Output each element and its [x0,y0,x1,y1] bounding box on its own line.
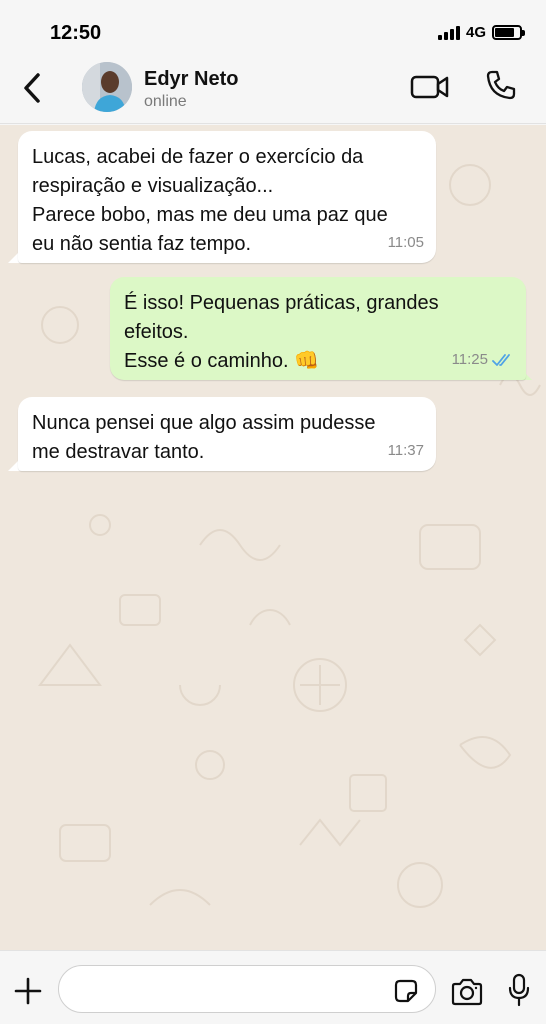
signal-icon [437,25,460,40]
microphone-icon[interactable] [508,973,530,1007]
camera-icon[interactable] [450,977,484,1007]
message-text: Esse é o caminho. [124,350,289,372]
message-time: 11:25 [451,351,488,368]
message-text: É isso! Pequenas práticas, grandes [124,292,439,314]
fist-bump-emoji: 👊 [294,350,319,372]
status-bar: 12:50 4G [0,0,546,60]
phone-call-icon[interactable] [484,68,518,102]
message-text: me destravar tanto. [32,441,205,463]
message-text: efeitos. [124,321,189,343]
status-time: 12:50 [50,22,102,44]
message-meta: 11:37 [388,436,424,465]
message-bubble-incoming[interactable]: Lucas, acabei de fazer o exercício da re… [18,131,436,263]
message-text: eu não sentia faz tempo. [32,233,252,255]
avatar[interactable] [82,62,132,112]
message-bubble-outgoing[interactable]: É isso! Pequenas práticas, grandes efeit… [110,277,526,380]
chat-area[interactable]: Lucas, acabei de fazer o exercício da re… [0,125,546,950]
message-text: Nunca pensei que algo assim pudesse [32,412,376,434]
contact-status: online [144,93,187,110]
double-check-icon [492,353,510,366]
status-indicators: 4G [437,24,525,41]
message-bubble-incoming[interactable]: Nunca pensei que algo assim pudesse me d… [18,397,436,471]
message-text: Parece bobo, mas me deu uma paz que [32,204,388,226]
message-meta: 11:05 [388,228,424,257]
chat-header: Edyr Neto online [0,60,546,124]
plus-icon[interactable] [12,975,44,1007]
message-time: 11:05 [387,234,424,251]
battery-icon [492,25,525,40]
message-text: Lucas, acabei de fazer o exercício da [32,146,364,168]
network-label: 4G [465,24,486,41]
sticker-icon[interactable] [392,977,420,1005]
back-arrow-icon[interactable] [18,70,48,106]
video-call-icon[interactable] [410,72,450,102]
message-input[interactable] [58,965,436,1013]
message-text: respiração e visualização... [32,175,274,197]
contact-name[interactable]: Edyr Neto [144,68,238,91]
input-bar [0,950,546,1024]
message-meta: 11:25 [452,345,514,374]
message-time: 11:37 [387,442,424,459]
